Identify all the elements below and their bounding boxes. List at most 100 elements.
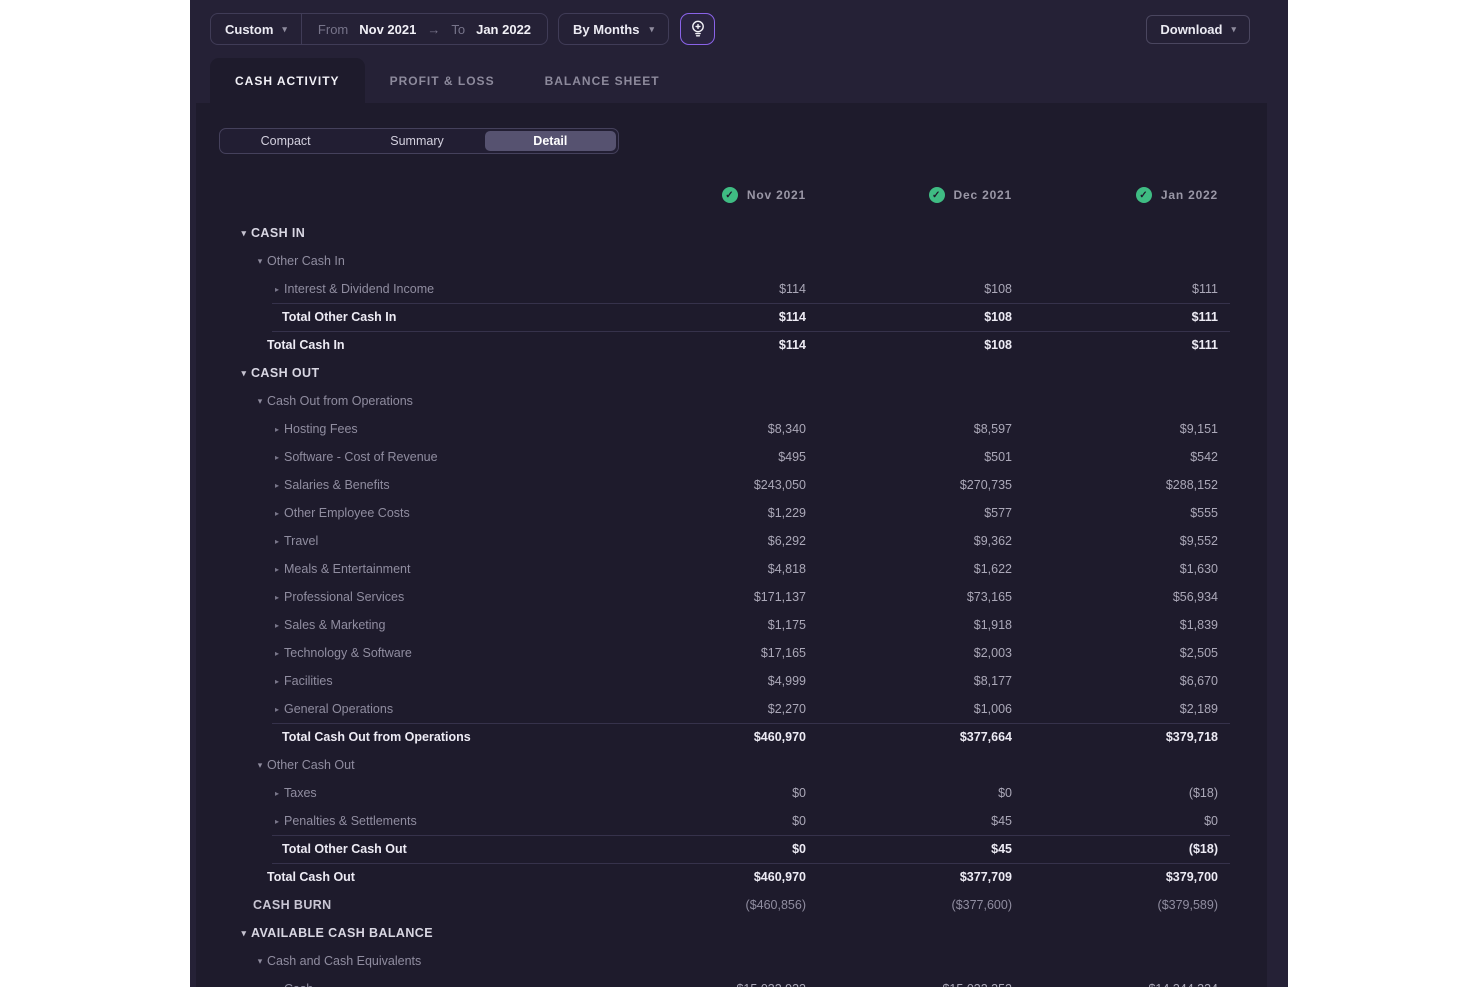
chevron-down-icon[interactable]: ▾ [256,956,264,967]
row-label: Technology & Software [284,646,412,660]
table-row-travel[interactable]: ▸Travel$6,292$9,362$9,552 [196,527,1267,555]
chevron-right-icon[interactable]: ▸ [273,593,281,602]
chevron-right-icon[interactable]: ▸ [273,481,281,490]
chevron-down-icon[interactable]: ▾ [256,396,264,407]
cell-value: $111 [1012,310,1218,324]
view-option-detail[interactable]: Detail [485,131,616,151]
chevron-down-icon[interactable]: ▾ [256,760,264,771]
table-row-interest-dividend-income[interactable]: ▸Interest & Dividend Income$114$108$111 [196,275,1267,303]
granularity-dropdown[interactable]: By Months ▾ [558,13,669,45]
cell-value: $555 [1012,506,1218,520]
chevron-right-icon[interactable]: ▸ [273,285,281,294]
row-label-wrap: ▸Other Employee Costs [196,506,600,520]
chevron-right-icon[interactable]: ▸ [273,817,281,826]
view-option-compact[interactable]: Compact [220,129,351,153]
view-option-summary[interactable]: Summary [351,129,482,153]
table-row-cash-out[interactable]: ▾CASH OUT [196,359,1267,387]
chevron-right-icon[interactable]: ▸ [273,565,281,574]
chevron-down-icon[interactable]: ▾ [240,368,248,379]
from-date-field[interactable]: Nov 2021 [359,22,416,37]
table-row-sales-marketing[interactable]: ▸Sales & Marketing$1,175$1,918$1,839 [196,611,1267,639]
column-header-nov-2021[interactable]: ✓Nov 2021 [600,187,806,203]
row-label-wrap: Total Cash In [196,338,600,352]
row-label: Penalties & Settlements [284,814,417,828]
cell-value: $288,152 [1012,478,1218,492]
cell-value: $2,505 [1012,646,1218,660]
table-row-other-cash-out[interactable]: ▾Other Cash Out [196,751,1267,779]
row-label: Professional Services [284,590,404,604]
table-row-hosting-fees[interactable]: ▸Hosting Fees$8,340$8,597$9,151 [196,415,1267,443]
table-row-cash[interactable]: ▸Cash$15,032,932$15,032,352$14,344,334 [196,975,1267,987]
row-label-wrap: ▾CASH OUT [196,366,600,380]
row-label: Total Other Cash In [282,310,396,324]
tab-balance-sheet[interactable]: BALANCE SHEET [520,58,685,103]
row-label: Cash and Cash Equivalents [267,954,421,968]
row-label: Total Cash In [267,338,345,352]
table-row-facilities[interactable]: ▸Facilities$4,999$8,177$6,670 [196,667,1267,695]
cell-value: $108 [806,310,1012,324]
table-row-cash-in[interactable]: ▾CASH IN [196,219,1267,247]
row-label-wrap: ▸Interest & Dividend Income [196,282,600,296]
table-row-other-employee-costs[interactable]: ▸Other Employee Costs$1,229$577$555 [196,499,1267,527]
chevron-right-icon[interactable]: ▸ [273,537,281,546]
table-row-technology-software[interactable]: ▸Technology & Software$17,165$2,003$2,50… [196,639,1267,667]
table-row-available-cash-balance[interactable]: ▾AVAILABLE CASH BALANCE [196,919,1267,947]
table-row-cash-out-from-operations[interactable]: ▾Cash Out from Operations [196,387,1267,415]
column-label: Dec 2021 [954,188,1012,202]
chevron-right-icon[interactable]: ▸ [273,453,281,462]
cell-value: $108 [806,282,1012,296]
table-row-professional-services[interactable]: ▸Professional Services$171,137$73,165$56… [196,583,1267,611]
table-row-salaries-benefits[interactable]: ▸Salaries & Benefits$243,050$270,735$288… [196,471,1267,499]
cell-value: $9,552 [1012,534,1218,548]
chevron-down-icon[interactable]: ▾ [240,228,248,239]
table-row-total-cash-out-from-operations: Total Cash Out from Operations$460,970$3… [196,723,1267,751]
range-preset-dropdown[interactable]: Custom ▾ [211,14,302,44]
row-label: Meals & Entertainment [284,562,410,576]
table-row-taxes[interactable]: ▸Taxes$0$0($18) [196,779,1267,807]
table-row-other-cash-in[interactable]: ▾Other Cash In [196,247,1267,275]
to-label: To [451,22,465,37]
row-label-wrap: ▸Hosting Fees [196,422,600,436]
cell-value: ($18) [1012,786,1218,800]
table-row-penalties-settlements[interactable]: ▸Penalties & Settlements$0$45$0 [196,807,1267,835]
to-date-field[interactable]: Jan 2022 [476,22,531,37]
row-label-wrap: ▾AVAILABLE CASH BALANCE [196,926,600,940]
table-row-total-cash-out: Total Cash Out$460,970$377,709$379,700 [196,863,1267,891]
cell-value: $379,718 [1012,730,1218,744]
row-label-wrap: ▸Cash [196,982,600,987]
report-panel: CompactSummaryDetail ✓Nov 2021✓Dec 2021✓… [196,103,1267,987]
chevron-right-icon[interactable]: ▸ [273,621,281,630]
row-label: CASH OUT [251,366,319,380]
insights-button[interactable] [680,13,715,45]
chevron-right-icon[interactable]: ▸ [273,509,281,518]
chevron-down-icon[interactable]: ▾ [240,928,248,939]
toolbar: Custom ▾ From Nov 2021 → To Jan 2022 By … [190,0,1288,45]
row-label-wrap: Total Cash Out from Operations [196,730,600,744]
table-row-meals-entertainment[interactable]: ▸Meals & Entertainment$4,818$1,622$1,630 [196,555,1267,583]
cell-value: $6,292 [600,534,806,548]
cell-value: $108 [806,338,1012,352]
range-preset-label: Custom [225,22,273,37]
cell-value: $243,050 [600,478,806,492]
column-header-jan-2022[interactable]: ✓Jan 2022 [1012,187,1218,203]
tab-cash-activity[interactable]: CASH ACTIVITY [210,58,365,103]
chevron-right-icon[interactable]: ▸ [273,649,281,658]
cell-value: $1,229 [600,506,806,520]
row-label: Facilities [284,674,333,688]
chevron-right-icon[interactable]: ▸ [273,789,281,798]
column-header-dec-2021[interactable]: ✓Dec 2021 [806,187,1012,203]
lightbulb-icon [690,20,706,38]
download-button[interactable]: Download ▾ [1146,15,1250,44]
chevron-down-icon[interactable]: ▾ [256,256,264,267]
table-row-cash-and-cash-equivalents[interactable]: ▾Cash and Cash Equivalents [196,947,1267,975]
chevron-right-icon[interactable]: ▸ [273,677,281,686]
row-label-wrap: ▾Cash Out from Operations [196,394,600,408]
table-row-software-cost-of-revenue[interactable]: ▸Software - Cost of Revenue$495$501$542 [196,443,1267,471]
chevron-right-icon[interactable]: ▸ [273,425,281,434]
tab-profit-loss[interactable]: PROFIT & LOSS [365,58,520,103]
table-row-general-operations[interactable]: ▸General Operations$2,270$1,006$2,189 [196,695,1267,723]
chevron-right-icon[interactable]: ▸ [273,705,281,714]
row-label: Other Employee Costs [284,506,410,520]
range-fields: From Nov 2021 → To Jan 2022 [302,14,547,44]
cell-value: $171,137 [600,590,806,604]
